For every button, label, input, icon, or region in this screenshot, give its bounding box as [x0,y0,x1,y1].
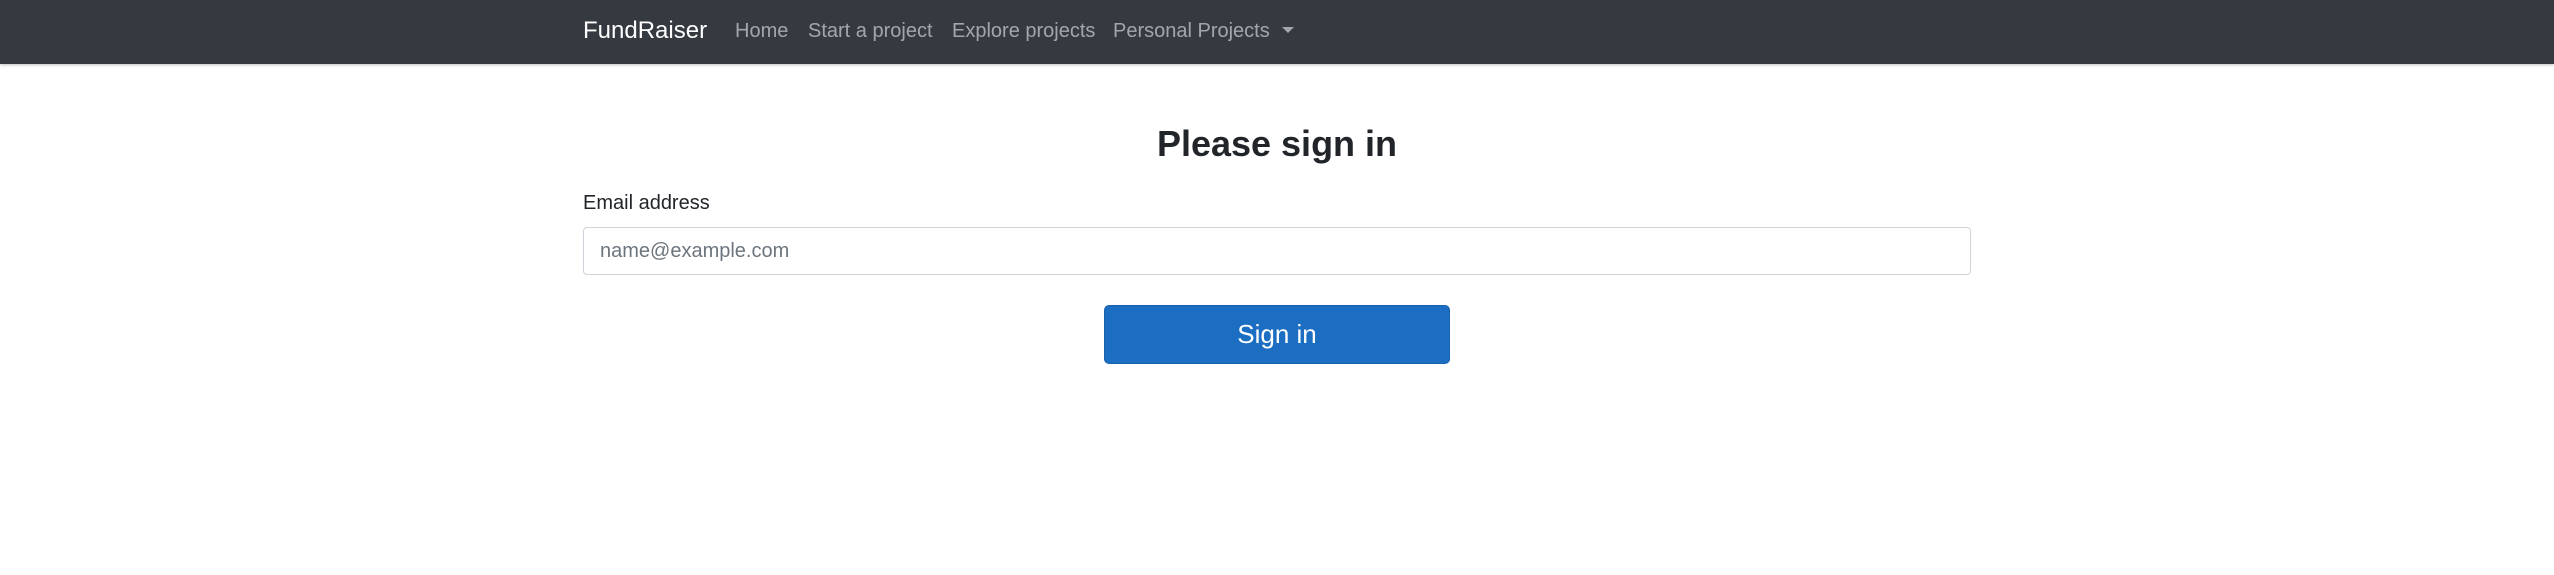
sign-in-button[interactable]: Sign in [1104,305,1450,364]
nav-start-project-link[interactable]: Start a project [808,18,933,44]
caret-down-icon [1281,27,1294,33]
nav-explore-projects-link[interactable]: Explore projects [952,18,1095,44]
nav-home-link[interactable]: Home [735,18,788,44]
nav-personal-projects-label: Personal Projects [1113,20,1270,42]
nav-personal-projects-dropdown[interactable]: Personal Projects [1113,18,1294,44]
brand-link[interactable]: FundRaiser [583,16,707,46]
page-title: Please sign in [1156,123,1398,164]
top-navbar: FundRaiser Home Start a project Explore … [0,0,2554,64]
email-label: Email address [583,192,710,214]
email-field[interactable] [583,227,1971,275]
